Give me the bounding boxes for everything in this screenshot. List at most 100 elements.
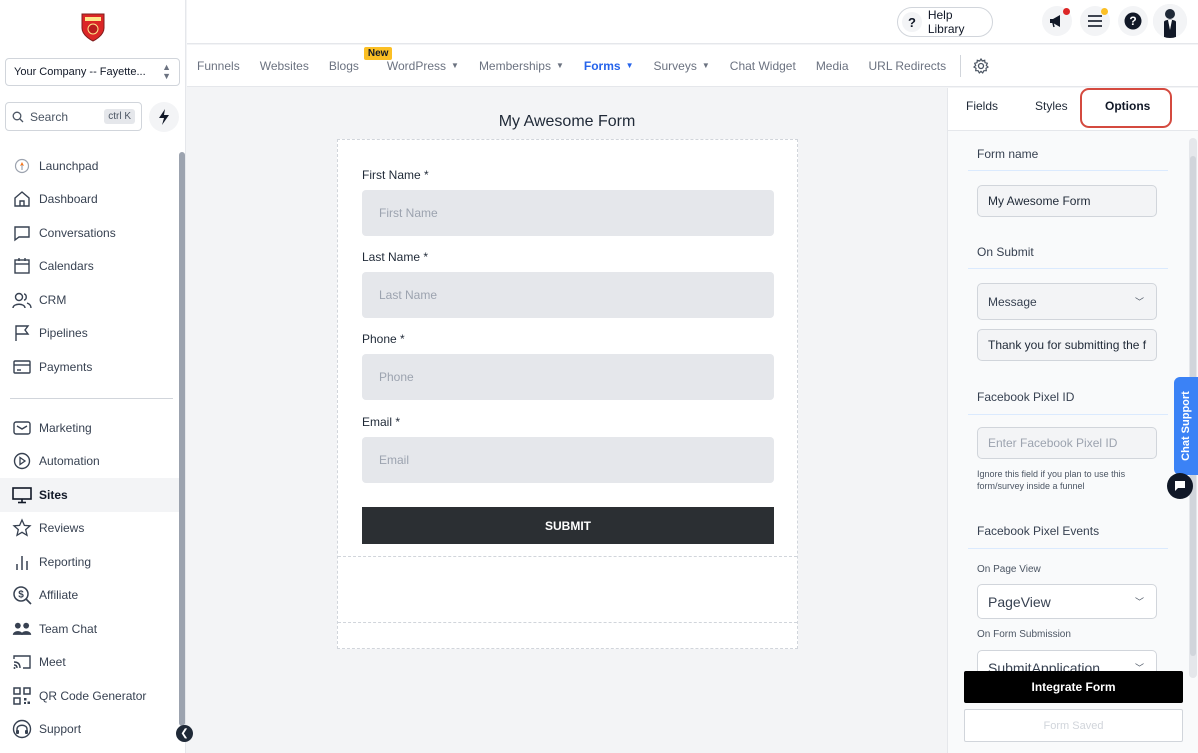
- tab-chat-widget[interactable]: Chat Widget: [730, 59, 796, 73]
- sidebar-item-reviews[interactable]: Reviews: [0, 512, 180, 546]
- form-name-input[interactable]: My Awesome Form: [977, 185, 1157, 217]
- phone-input[interactable]: [362, 354, 774, 400]
- sidebar-item-dashboard[interactable]: Dashboard: [0, 183, 180, 217]
- monitor-icon: [12, 485, 32, 505]
- users-icon: [12, 290, 32, 310]
- play-icon: [12, 451, 32, 471]
- on-page-view-label: On Page View: [977, 564, 1041, 575]
- tab-surveys[interactable]: Surveys ▼: [654, 59, 710, 73]
- sidebar-item-crm[interactable]: CRM: [0, 283, 180, 317]
- question-circle-icon: ?: [1124, 12, 1142, 30]
- nav-top: Launchpad Dashboard Conversations Calend…: [0, 149, 180, 384]
- on-submit-title: On Submit: [977, 245, 1034, 259]
- first-name-input[interactable]: [362, 190, 774, 236]
- chevron-left-icon: ❮: [180, 728, 189, 739]
- sidebar-item-label: Automation: [39, 454, 100, 469]
- sidebar-item-calendars[interactable]: Calendars: [0, 250, 180, 284]
- sidebar-item-label: Reporting: [39, 554, 92, 569]
- sidebar-item-meet[interactable]: Meet: [0, 646, 180, 680]
- company-logo[interactable]: [79, 11, 107, 43]
- team-icon: [12, 619, 32, 639]
- sidebar-item-payments[interactable]: Payments: [0, 350, 180, 384]
- tab-funnels[interactable]: Funnels: [197, 59, 240, 73]
- company-switcher[interactable]: Your Company -- Fayette... ▲ ▼: [5, 58, 180, 86]
- bolt-icon: [159, 109, 169, 125]
- collapse-sidebar-button[interactable]: ❮: [176, 725, 193, 742]
- chevron-down-icon: ﹀: [1134, 597, 1144, 607]
- form-saved-button[interactable]: Form Saved: [964, 709, 1183, 742]
- tab-fields[interactable]: Fields: [966, 99, 998, 113]
- sidebar-item-pipelines[interactable]: Pipelines: [0, 317, 180, 351]
- sidebar-item-affiliate[interactable]: $ Affiliate: [0, 579, 180, 613]
- sidebar-item-automation[interactable]: Automation: [0, 445, 180, 479]
- section-line: [968, 548, 1168, 549]
- search-label: Search: [30, 109, 69, 124]
- tab-styles[interactable]: Styles: [1035, 99, 1068, 113]
- form-preview: First Name * Last Name * Phone * Email *…: [337, 139, 798, 649]
- pixel-id-input[interactable]: [977, 427, 1157, 459]
- help-center-button[interactable]: ?: [1118, 6, 1148, 36]
- chevron-down-icon: ﹀: [1134, 297, 1144, 307]
- on-form-submission-label: On Form Submission: [977, 629, 1071, 640]
- chat-support-tab[interactable]: Chat Support: [1174, 377, 1198, 475]
- sidebar-item-team-chat[interactable]: Team Chat: [0, 612, 180, 646]
- pixel-events-title: Facebook Pixel Events: [977, 524, 1100, 538]
- tab-blogs[interactable]: Blogs New: [329, 46, 393, 73]
- sidebar-item-label: Reviews: [39, 521, 85, 536]
- nav-bottom: Marketing Automation Sites Reviews Repor…: [0, 411, 180, 746]
- panel-tabs: Fields Styles Options: [948, 88, 1198, 131]
- sidebar-item-qr-code-generator[interactable]: QR Code Generator: [0, 679, 180, 713]
- chevron-down-icon: ▼: [625, 61, 634, 70]
- sidebar-item-reporting[interactable]: Reporting: [0, 545, 180, 579]
- last-name-input[interactable]: [362, 272, 774, 318]
- tab-wordpress-label: WordPress: [386, 58, 447, 73]
- sidebar-item-sites[interactable]: Sites: [0, 478, 180, 512]
- message-input[interactable]: Thank you for submitting the f: [977, 329, 1157, 361]
- card-icon: [12, 357, 32, 377]
- sidebar-item-support[interactable]: Support: [0, 713, 180, 747]
- user-avatar[interactable]: [1153, 4, 1187, 38]
- tab-wordpress[interactable]: WordPress ▼: [387, 59, 459, 73]
- quick-action-button[interactable]: [149, 102, 179, 132]
- on-submit-value: Message: [988, 294, 1037, 309]
- sidebar-item-marketing[interactable]: Marketing: [0, 411, 180, 445]
- sidebar-item-label: QR Code Generator: [39, 688, 147, 703]
- tab-memberships[interactable]: Memberships ▼: [479, 59, 564, 73]
- gear-icon[interactable]: [973, 57, 990, 74]
- tasks-button[interactable]: [1080, 6, 1110, 36]
- chat-icon: [12, 223, 32, 243]
- tab-websites[interactable]: Websites: [260, 59, 309, 73]
- megaphone-icon: [1050, 15, 1060, 28]
- integrate-form-button[interactable]: Integrate Form: [964, 671, 1183, 703]
- pixel-hint: Ignore this field if you plan to use thi…: [977, 469, 1126, 491]
- tab-url-redirects[interactable]: URL Redirects: [869, 59, 947, 73]
- tab-media[interactable]: Media: [816, 59, 849, 73]
- options-panel: Fields Styles Options Form name My Aweso…: [947, 88, 1198, 753]
- email-input[interactable]: [362, 437, 774, 483]
- page-view-value: PageView: [988, 593, 1051, 610]
- page-view-select[interactable]: PageView ﹀: [977, 584, 1157, 619]
- phone-label: Phone *: [362, 332, 405, 346]
- sidebar-item-label: Sites: [39, 487, 68, 502]
- email-label: Email *: [362, 415, 401, 429]
- sidebar-item-label: Affiliate: [39, 588, 79, 603]
- help-library-button[interactable]: ? Help Library: [897, 7, 993, 37]
- sidebar-scrollbar[interactable]: [179, 152, 185, 726]
- announcements-button[interactable]: [1042, 6, 1072, 36]
- calendar-icon: [12, 256, 32, 276]
- qr-icon: [12, 686, 32, 706]
- submit-button[interactable]: SUBMIT: [362, 507, 774, 544]
- search-box[interactable]: Search ctrl K: [5, 102, 142, 131]
- sidebar-item-conversations[interactable]: Conversations: [0, 216, 180, 250]
- sidebar-item-label: Calendars: [39, 259, 94, 274]
- chat-bubble-button[interactable]: [1167, 473, 1193, 499]
- on-submit-select[interactable]: Message ﹀: [977, 283, 1157, 320]
- chat-support-label: Chat Support: [1180, 391, 1193, 461]
- sidebar-item-launchpad[interactable]: Launchpad: [0, 149, 180, 183]
- notification-dot: [1101, 8, 1108, 15]
- tab-forms[interactable]: Forms ▼: [584, 59, 634, 73]
- tab-options[interactable]: Options: [1105, 99, 1150, 113]
- sidebar-item-label: Conversations: [39, 225, 116, 240]
- pixel-id-title: Facebook Pixel ID: [977, 390, 1075, 404]
- svg-text:?: ?: [1129, 14, 1136, 28]
